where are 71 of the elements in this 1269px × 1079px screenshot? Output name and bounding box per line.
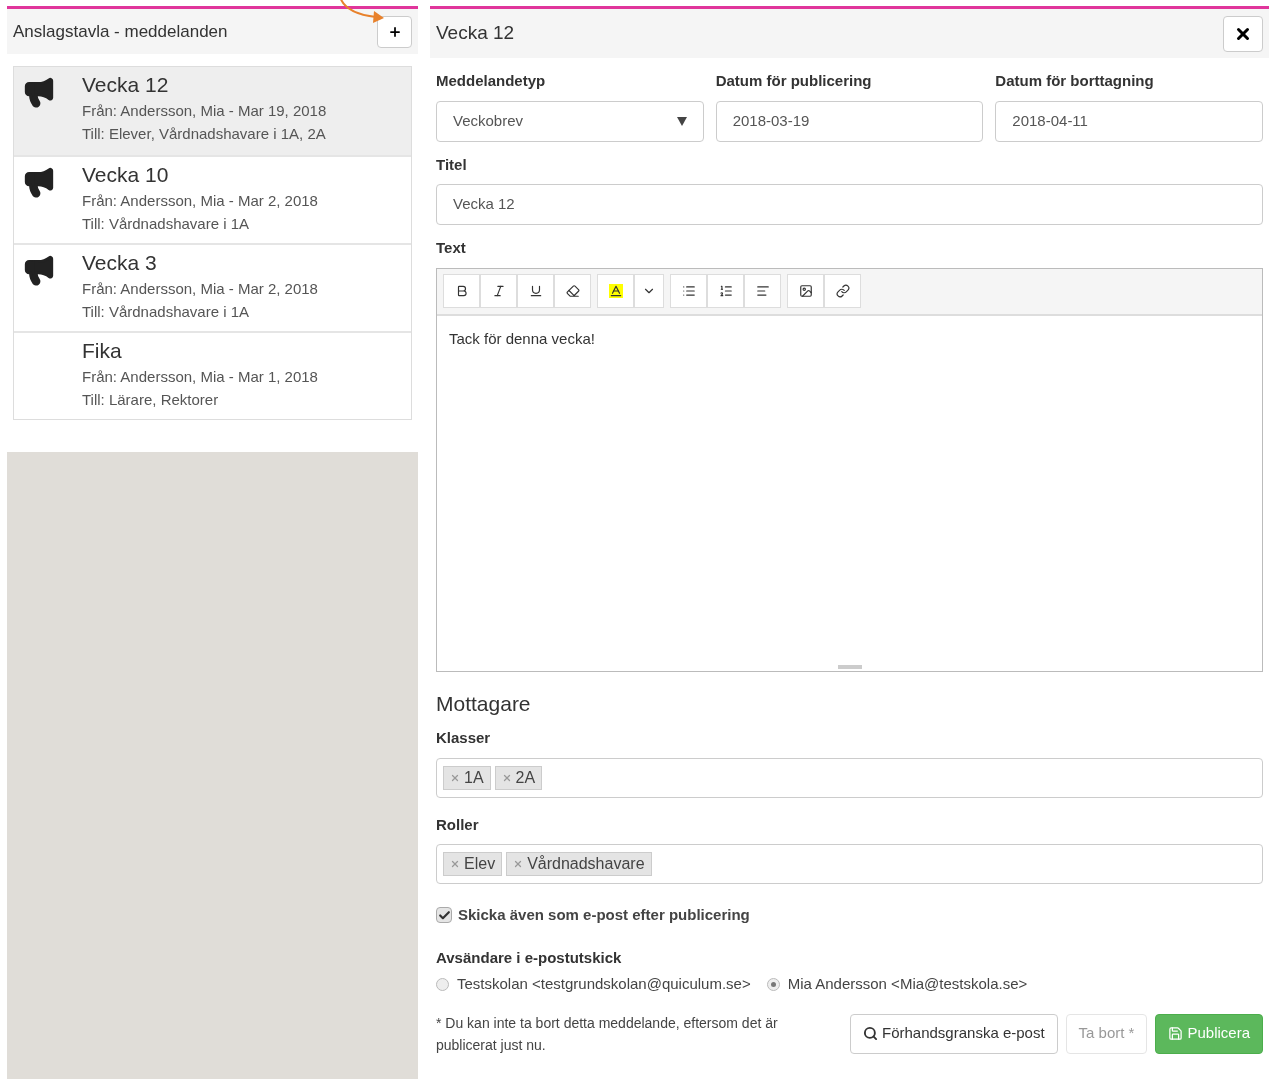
field-label: Avsändare i e-postutskick xyxy=(436,947,623,968)
field-label: Meddelandetyp xyxy=(436,71,547,91)
tag-input[interactable]: 1A 2A xyxy=(436,757,1263,798)
radio-label: Mia Andersson <Mia@testskola.se> xyxy=(787,974,1028,994)
message-sender: Från: Andersson, Mia - Mar 2, 2018 xyxy=(82,191,318,211)
field-label: Datum för borttagning xyxy=(995,71,1155,91)
date-field[interactable]: 2018-03-19 xyxy=(715,100,984,142)
tag-input[interactable]: Elev Vårdnadshavare xyxy=(436,844,1263,884)
remove-icon[interactable] xyxy=(501,772,512,783)
resize-handle[interactable] xyxy=(837,664,862,669)
message-title: Vecka 12 xyxy=(82,72,170,98)
dropdown-triangle-icon xyxy=(676,116,687,126)
preview-button[interactable]: Förhandsgranska e-post xyxy=(850,1013,1058,1054)
add-button[interactable] xyxy=(377,15,412,48)
image-icon xyxy=(798,284,813,298)
eraser-icon xyxy=(565,284,580,298)
save-icon xyxy=(1168,1026,1184,1041)
panel-title: Anslagstavla - meddelanden xyxy=(13,20,228,43)
tag: 2A xyxy=(494,765,543,790)
remove-icon[interactable] xyxy=(513,859,524,869)
numbers-icon xyxy=(718,284,733,298)
section-heading: Mottagare xyxy=(436,690,532,717)
plus-icon xyxy=(387,24,402,39)
message-recipients: Till: Vårdnadshavare i 1A xyxy=(82,302,251,322)
search-icon xyxy=(863,1026,878,1041)
radio-button[interactable] xyxy=(766,977,780,991)
editor-body: Tack för denna vecka! xyxy=(448,328,596,349)
remove-icon[interactable] xyxy=(450,859,460,869)
link-icon xyxy=(835,284,850,298)
bullets-icon xyxy=(681,284,696,298)
message-title: Fika xyxy=(82,338,123,364)
close-button[interactable] xyxy=(1223,15,1263,52)
italic-icon xyxy=(491,284,506,298)
highlight-icon xyxy=(608,284,623,298)
toolbar-button[interactable] xyxy=(787,274,824,308)
field-label: Text xyxy=(436,238,467,258)
align-icon xyxy=(755,284,770,298)
tag: Vårdnadshavare xyxy=(506,852,652,876)
radio-label: Testskolan <testgrundskolan@quiculum.se> xyxy=(457,974,751,994)
toolbar-button[interactable] xyxy=(597,274,634,308)
check-icon xyxy=(437,908,451,922)
tag: Elev xyxy=(443,852,503,876)
underline-icon xyxy=(528,284,543,298)
rich-text-editor[interactable]: Tack för denna vecka! xyxy=(436,267,1263,672)
message-sender: Från: Andersson, Mia - Mar 2, 2018 xyxy=(82,279,318,299)
message-title: Vecka 3 xyxy=(82,250,158,276)
message-recipients: Till: Lärare, Rektorer xyxy=(82,390,220,410)
field-label: Roller xyxy=(436,814,480,835)
message-recipients: Till: Vårdnadshavare i 1A xyxy=(82,214,251,234)
type-select[interactable]: Veckobrev xyxy=(436,100,704,142)
message-recipients: Till: Elever, Vårdnadshavare i 1A, 2A xyxy=(82,124,327,144)
checkbox-label: Skicka även som e-post efter publicering xyxy=(458,905,750,925)
message-list-item[interactable]: Vecka 12 Från: Andersson, Mia - Mar 19, 2018 Till: Elever, Vårdnadshavare i 1A, 2A xyxy=(14,67,411,155)
toolbar-button[interactable] xyxy=(517,274,554,308)
field-label: Datum för publicering xyxy=(715,71,873,91)
toolbar-button[interactable] xyxy=(554,274,591,308)
message-sender: Från: Andersson, Mia - Mar 19, 2018 xyxy=(82,101,327,121)
radio-button[interactable] xyxy=(436,977,449,991)
message-sender: Från: Andersson, Mia - Mar 1, 2018 xyxy=(82,367,318,387)
toolbar-button[interactable] xyxy=(443,274,480,308)
delete-note: * Du kan inte ta bort detta meddelande, eftersom det är publicerat just nu. xyxy=(436,1013,779,1055)
checkbox[interactable] xyxy=(436,907,452,924)
field-label: Titel xyxy=(436,154,468,175)
toolbar-button[interactable] xyxy=(824,274,861,308)
message-title: Vecka 10 xyxy=(82,162,170,188)
date-field[interactable]: 2018-04-11 xyxy=(995,100,1263,142)
field-label: Klasser xyxy=(436,728,492,748)
tag: 1A xyxy=(443,765,491,790)
remove-icon[interactable] xyxy=(450,772,460,783)
editor-title: Vecka 12 xyxy=(436,21,515,46)
title-field[interactable]: Vecka 12 xyxy=(436,184,1263,225)
